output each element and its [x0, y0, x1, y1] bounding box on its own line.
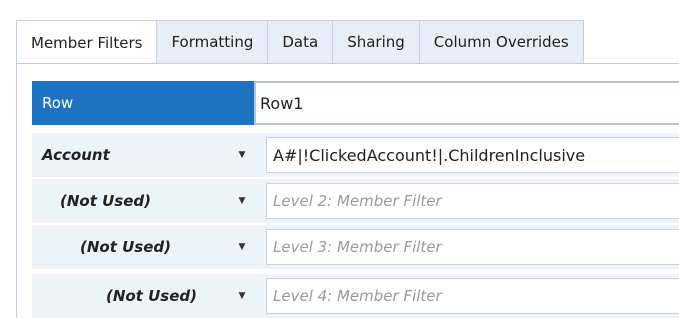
tab-column-overrides[interactable]: Column Overrides [419, 20, 584, 64]
row-name-input[interactable]: Row1 [254, 81, 679, 125]
member-filter-cell: Level 2: Member Filter [254, 179, 679, 223]
filter-row-account: Account ▼ A#|!ClickedAccount!|.ChildrenI… [32, 133, 679, 177]
dimension-dropdown-level-3[interactable]: (Not Used) ▼ [32, 225, 254, 269]
member-filter-input-level-4[interactable]: Level 4: Member Filter [266, 278, 679, 314]
member-filter-input[interactable]: A#|!ClickedAccount!|.ChildrenInclusive [266, 137, 679, 173]
filter-row-level-2: (Not Used) ▼ Level 2: Member Filter [32, 179, 679, 223]
tab-bar: Member Filters Formatting Data Sharing C… [16, 20, 584, 64]
dimension-dropdown-level-4[interactable]: (Not Used) ▼ [32, 274, 254, 318]
member-filter-input-level-3[interactable]: Level 3: Member Filter [266, 229, 679, 265]
row-name-cell: Row1 [254, 81, 679, 125]
filter-row-level-3: (Not Used) ▼ Level 3: Member Filter [32, 225, 679, 269]
member-filter-placeholder: Level 2: Member Filter [273, 192, 442, 210]
dimension-label: Account [42, 146, 110, 164]
dropdown-arrow-icon: ▼ [238, 150, 246, 160]
dimension-label: (Not Used) [80, 238, 171, 256]
member-filter-input-level-2[interactable]: Level 2: Member Filter [266, 183, 679, 219]
dimension-label: (Not Used) [60, 192, 151, 210]
tab-formatting[interactable]: Formatting [157, 20, 269, 64]
member-filter-cell: Level 3: Member Filter [254, 225, 679, 269]
member-filter-placeholder: Level 3: Member Filter [273, 238, 442, 256]
member-filter-placeholder: Level 4: Member Filter [273, 287, 442, 305]
dimension-dropdown-level-2[interactable]: (Not Used) ▼ [32, 179, 254, 223]
dropdown-arrow-icon: ▼ [238, 196, 246, 206]
member-filter-cell: A#|!ClickedAccount!|.ChildrenInclusive [254, 133, 679, 177]
tab-member-filters[interactable]: Member Filters [16, 20, 158, 64]
dimension-label: (Not Used) [106, 287, 197, 305]
row-name-label: Row [32, 81, 254, 125]
dimension-dropdown-account[interactable]: Account ▼ [32, 133, 254, 177]
tab-sharing[interactable]: Sharing [333, 20, 420, 64]
tab-data[interactable]: Data [268, 20, 334, 64]
dropdown-arrow-icon: ▼ [238, 242, 246, 252]
dropdown-arrow-icon: ▼ [238, 291, 246, 301]
member-filter-cell: Level 4: Member Filter [254, 274, 679, 318]
row-name-row: Row Row1 [32, 81, 679, 125]
filter-row-level-4: (Not Used) ▼ Level 4: Member Filter [32, 274, 679, 318]
member-filters-panel: Member Filters Formatting Data Sharing C… [0, 0, 679, 318]
